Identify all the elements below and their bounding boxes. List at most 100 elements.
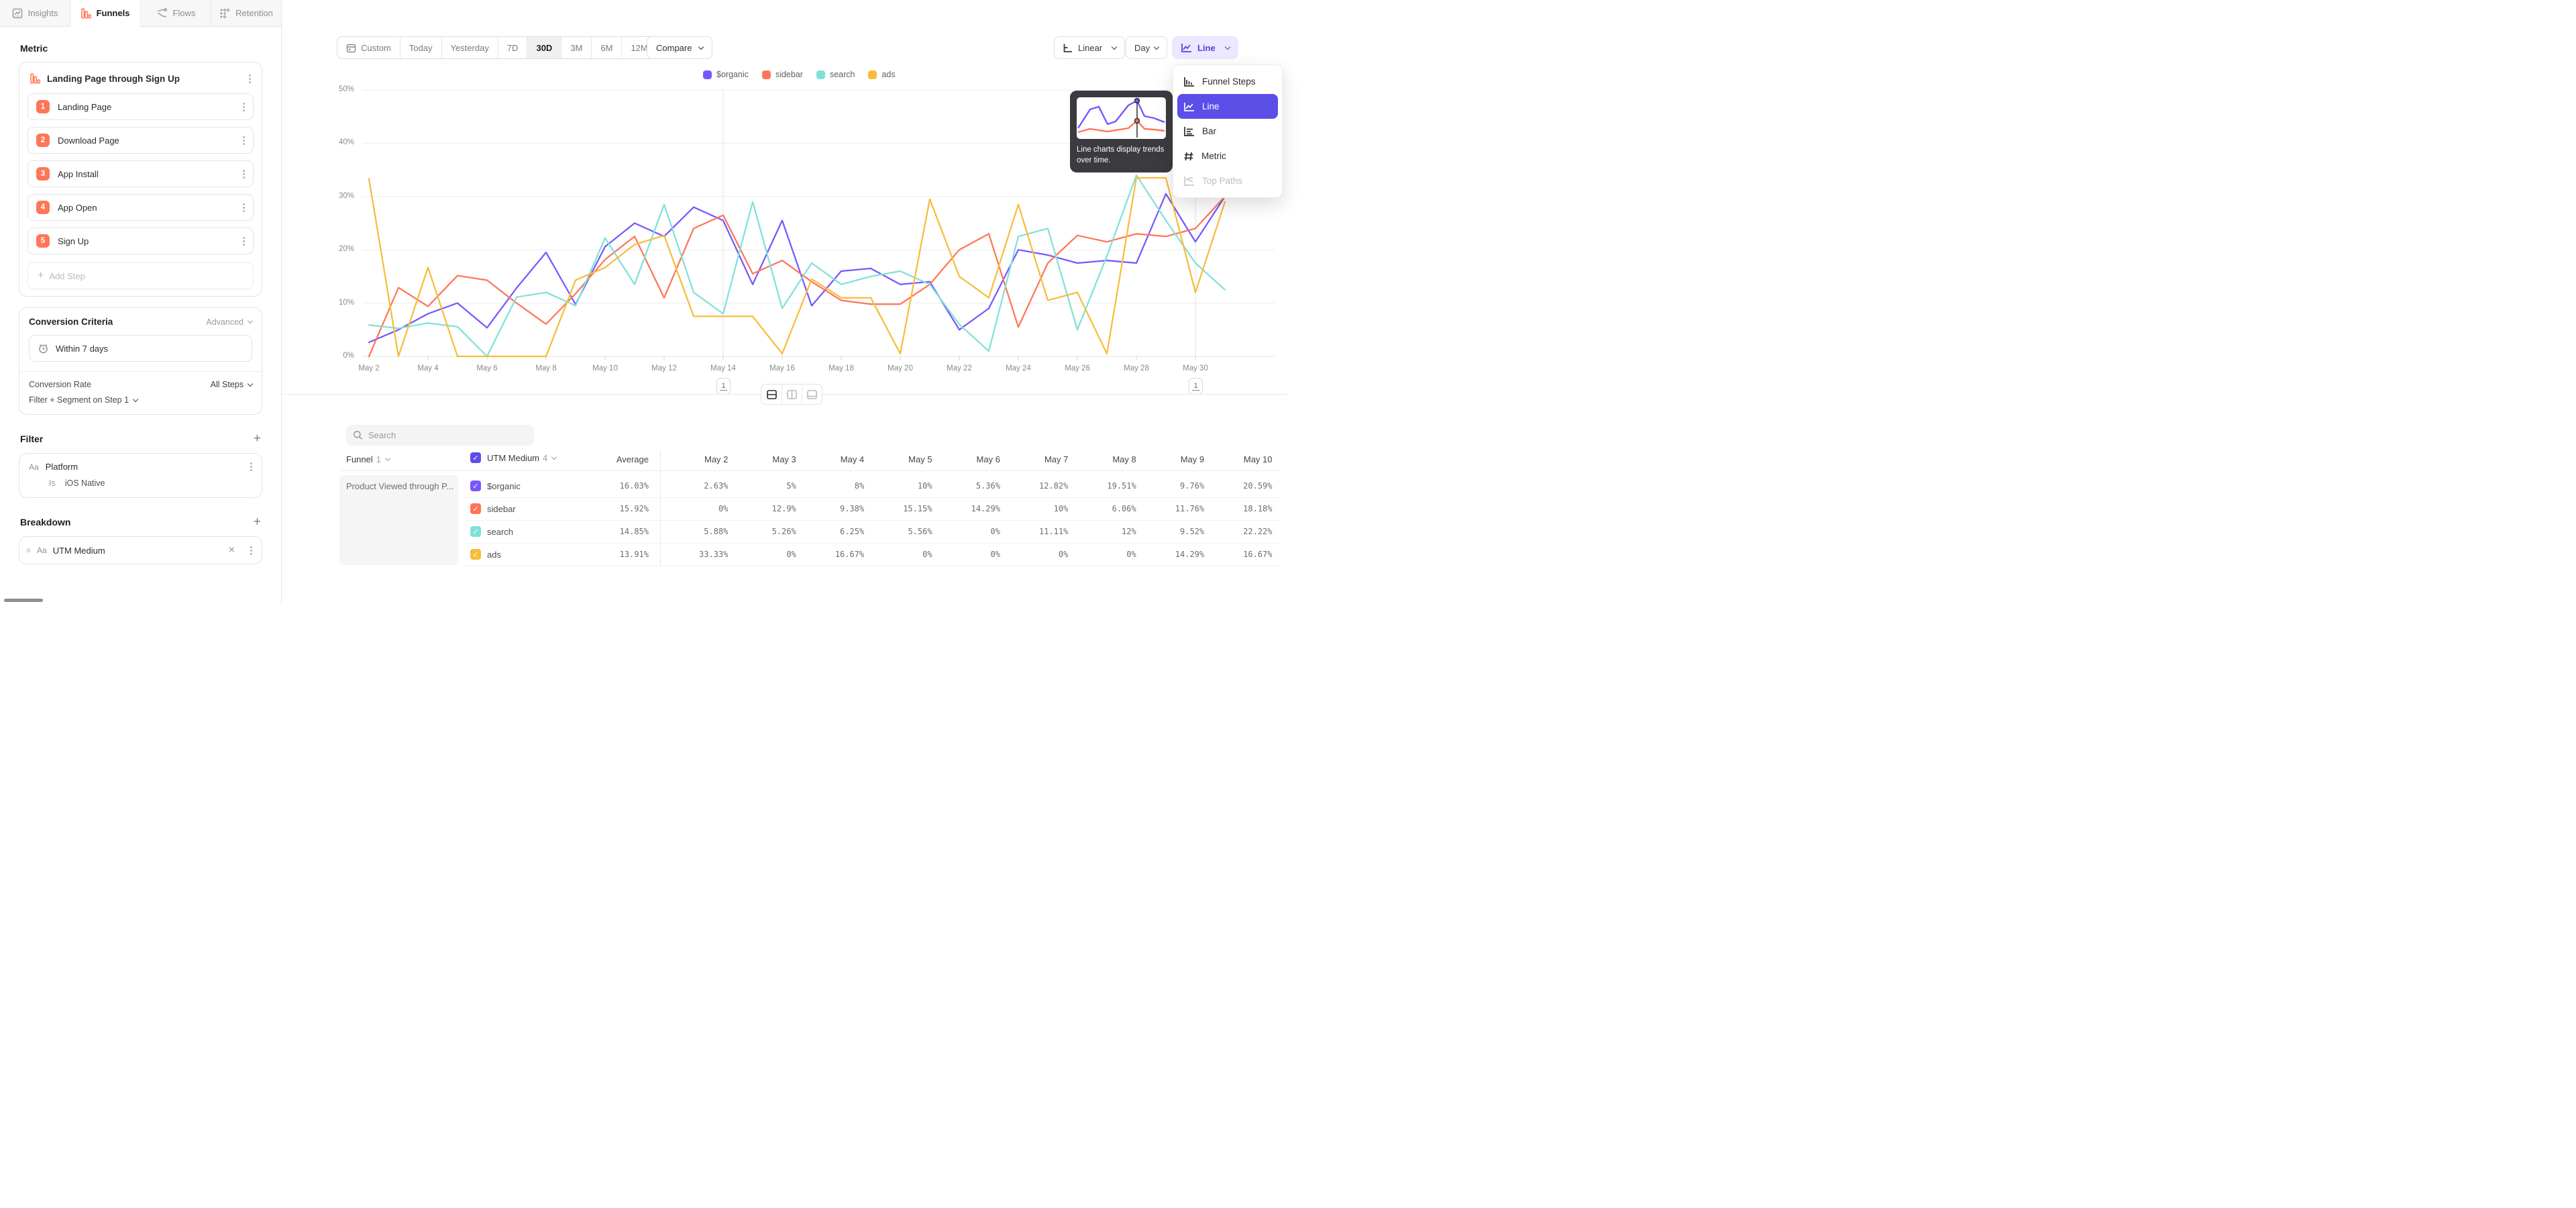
filter-segment-dropdown[interactable]: Filter + Segment on Step 1 <box>29 395 138 405</box>
tab-flows[interactable]: Flows <box>141 0 211 27</box>
range-custom[interactable]: Custom <box>337 37 400 58</box>
legend-swatch-icon <box>703 70 712 79</box>
range-today[interactable]: Today <box>400 37 441 58</box>
funnel-step[interactable]: 2Download Page <box>28 127 254 154</box>
filter-value[interactable]: iOS Native <box>65 479 105 488</box>
add-filter-button[interactable]: + <box>254 432 261 445</box>
x-axis-label: May 24 <box>995 364 1042 372</box>
funnel-column-dropdown[interactable]: Funnel1 <box>346 454 390 464</box>
breakdown-column-dropdown[interactable]: ✓ UTM Medium4 <box>470 452 556 463</box>
funnel-step[interactable]: 1Landing Page <box>28 93 254 120</box>
conversion-window-row[interactable]: Within 7 days <box>29 335 252 362</box>
cell-value: 5.88% <box>660 527 728 536</box>
step-menu-button[interactable] <box>243 207 245 209</box>
funnel-step[interactable]: 5Sign Up <box>28 228 254 254</box>
menu-item-label: Bar <box>1202 126 1216 136</box>
date-column-header: May 2 <box>660 454 728 464</box>
cell-value: 0% <box>728 550 796 559</box>
all-steps-dropdown[interactable]: All Steps <box>211 380 252 389</box>
add-breakdown-button[interactable]: + <box>254 515 261 528</box>
menu-item-label: Line <box>1202 101 1220 111</box>
breakdown-property[interactable]: UTM Medium <box>53 546 105 556</box>
filter-card: Aa Platform Is iOS Native <box>19 453 262 498</box>
step-menu-button[interactable] <box>243 173 245 175</box>
interval-button[interactable]: Day <box>1126 36 1167 59</box>
x-axis-label: May 30 <box>1172 364 1219 372</box>
cell-value: 0% <box>660 504 728 513</box>
layout-rows-button[interactable] <box>761 385 782 404</box>
scale-button[interactable]: Linear <box>1054 36 1125 59</box>
range-30d[interactable]: 30D <box>527 37 561 58</box>
filter-operator[interactable]: Is <box>49 479 56 488</box>
table-body: ✓$organic16.03%2.63%5%8%10%5.36%12.82%19… <box>282 475 1288 566</box>
chart-type-button[interactable]: Line <box>1172 36 1238 59</box>
menu-item-line[interactable]: Line <box>1177 94 1278 119</box>
x-axis-label: May 2 <box>345 364 392 372</box>
range-label: 30D <box>536 43 552 53</box>
table-row: ✓$organic16.03%2.63%5%8%10%5.36%12.82%19… <box>282 475 1288 498</box>
tab-retention[interactable]: Retention <box>211 0 281 27</box>
layout-columns-button[interactable] <box>782 385 802 404</box>
compare-button[interactable]: Compare <box>647 36 712 59</box>
insights-icon <box>12 8 23 19</box>
range-label: 12M <box>631 43 647 53</box>
retention-icon <box>219 8 230 19</box>
series-line-organic <box>369 194 1225 342</box>
text-type-icon: Aa <box>37 546 47 555</box>
menu-item-label: Top Paths <box>1202 176 1242 186</box>
cell-value: 8% <box>796 481 864 491</box>
range-yesterday[interactable]: Yesterday <box>441 37 498 58</box>
range-3m[interactable]: 3M <box>561 37 591 58</box>
table-row: ✓ads13.91%33.33%0%16.67%0%0%0%0%14.29%16… <box>282 544 1288 566</box>
annotation-badge[interactable]: 1 <box>1189 378 1203 395</box>
legend-item-ads[interactable]: ads <box>868 70 895 79</box>
select-all-checkbox[interactable]: ✓ <box>470 452 481 463</box>
breakdown-menu-button[interactable] <box>250 550 252 552</box>
average-column-header: Average <box>582 454 649 464</box>
menu-item-funnel-steps[interactable]: Funnel Steps <box>1177 69 1278 94</box>
menu-item-bar[interactable]: Bar <box>1177 119 1278 144</box>
row-checkbox[interactable]: ✓ <box>470 481 481 491</box>
filter-menu-button[interactable] <box>250 466 252 468</box>
annotation-badge[interactable]: 1 <box>716 378 731 395</box>
step-number-badge: 4 <box>36 201 50 214</box>
drag-handle-icon[interactable]: ≡ <box>26 546 31 555</box>
chart-type-menu: Funnel Steps Line Bar Metric Top Paths <box>1173 64 1283 198</box>
step-menu-button[interactable] <box>243 106 245 108</box>
funnel-menu-button[interactable] <box>249 78 251 80</box>
y-axis-label: 20% <box>323 245 354 253</box>
remove-breakdown-button[interactable]: × <box>229 545 235 556</box>
legend-item-organic[interactable]: $organic <box>703 70 749 79</box>
filter-property[interactable]: Platform <box>46 462 78 472</box>
cell-value: 12% <box>1068 527 1136 536</box>
step-menu-button[interactable] <box>243 140 245 142</box>
search-icon <box>353 430 363 440</box>
cell-value: 9.52% <box>1136 527 1204 536</box>
cell-value: 18.18% <box>1204 504 1272 513</box>
layout-bottom-button[interactable] <box>802 385 822 404</box>
metric-icon <box>1183 151 1194 162</box>
funnel-step[interactable]: 3App Install <box>28 160 254 187</box>
funnel-step[interactable]: 4App Open <box>28 194 254 221</box>
tab-insights[interactable]: Insights <box>0 0 70 27</box>
add-step-button[interactable]: + Add Step <box>28 262 254 289</box>
range-7d[interactable]: 7D <box>498 37 527 58</box>
cell-value: 0% <box>1068 550 1136 559</box>
tab-funnels[interactable]: Funnels <box>70 0 141 27</box>
range-6m[interactable]: 6M <box>591 37 621 58</box>
series-line-ads <box>369 178 1225 356</box>
row-checkbox[interactable]: ✓ <box>470 503 481 514</box>
advanced-dropdown[interactable]: Advanced <box>206 317 252 327</box>
scrollbar-thumb[interactable] <box>4 599 43 602</box>
step-menu-button[interactable] <box>243 240 245 242</box>
menu-item-metric[interactable]: Metric <box>1177 144 1278 168</box>
row-checkbox[interactable]: ✓ <box>470 549 481 560</box>
x-axis-label: May 10 <box>582 364 629 372</box>
row-checkbox[interactable]: ✓ <box>470 526 481 537</box>
search-input[interactable] <box>368 430 516 440</box>
funnel-title-row[interactable]: Landing Page through Sign Up <box>28 69 254 87</box>
legend-item-search[interactable]: search <box>816 70 855 79</box>
cell-value: 5.56% <box>864 527 932 536</box>
row-values: 5.88%5.26%6.25%5.56%0%11.11%12%9.52%22.2… <box>660 527 1273 536</box>
legend-item-sidebar[interactable]: sidebar <box>762 70 803 79</box>
